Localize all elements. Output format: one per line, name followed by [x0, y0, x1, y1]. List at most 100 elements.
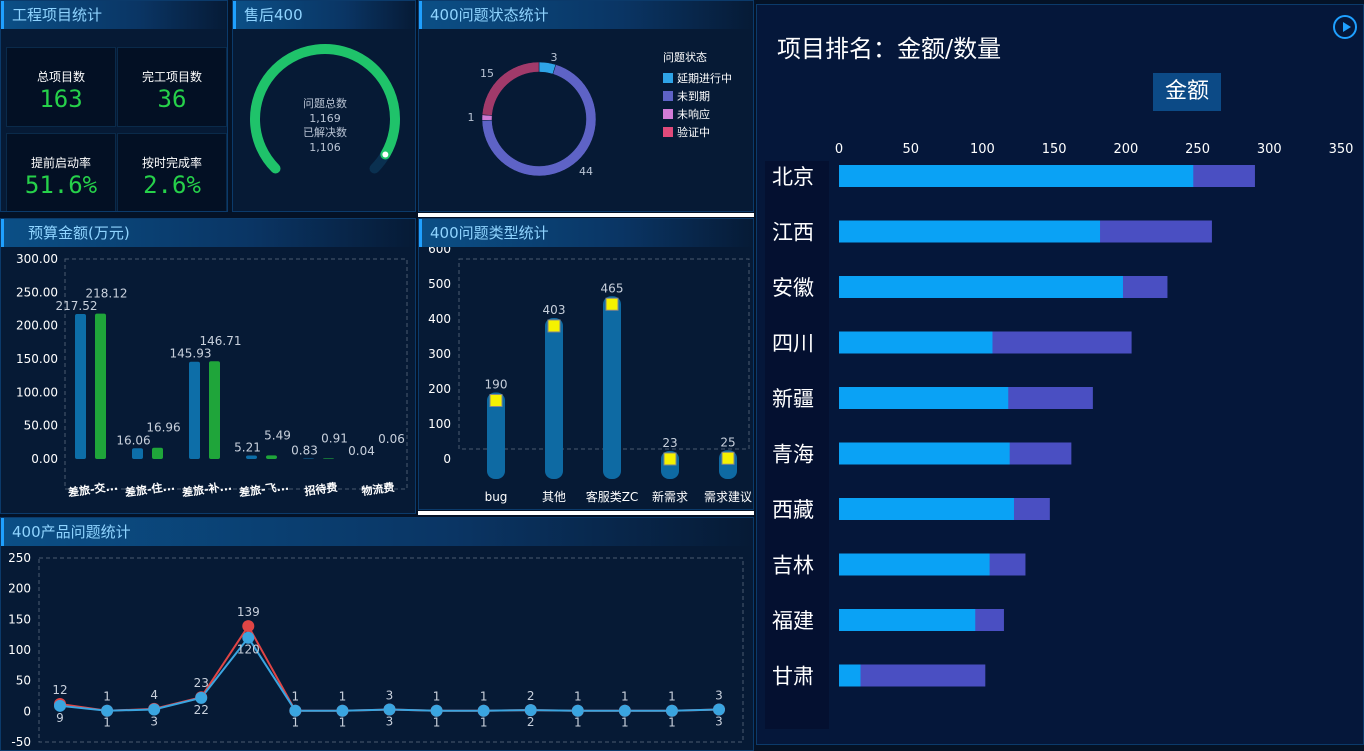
status-panel: 400问题状态统计 3 44 1 15 问题状态 延期进行中 未到期 未响应 验证中	[418, 0, 754, 212]
type-title: 400问题类型统计	[419, 219, 753, 247]
line-point-label: 1	[480, 716, 488, 730]
y-tick-label: 500	[428, 277, 451, 291]
line-point-label: 3	[150, 714, 158, 728]
total-projects-label: 总项目数	[36, 70, 85, 84]
x-tick-label: 差旅-住...	[124, 479, 176, 500]
y-tick-label: 100	[8, 643, 31, 657]
line-point-label: 1	[103, 690, 111, 704]
legend-label: 未到期	[677, 90, 710, 103]
rank-bar-amount	[839, 553, 990, 576]
x-tick-label: 差旅-交...	[67, 479, 119, 500]
type-bar	[603, 296, 621, 479]
x-tick-label: 350	[1329, 142, 1354, 157]
x-tick-label: 差旅-补...	[181, 479, 233, 500]
x-tick-label: 客服类ZC	[586, 489, 639, 504]
y-tick-label: 200.00	[16, 319, 58, 333]
x-tick-label: 200	[1113, 142, 1138, 157]
y-tick-label: 300	[428, 347, 451, 361]
line-point-label: 4	[150, 688, 158, 702]
legend-item-no-response[interactable]: 未响应	[663, 105, 732, 123]
rank-bar-amount	[839, 165, 1194, 187]
legend-swatch	[663, 109, 673, 119]
y-tick-label: 250.00	[16, 285, 58, 299]
ranking-panel: 项目排名：金额/数量 金额 0 50 100 150 200 250 300 350 北京 江西安…	[756, 4, 1364, 745]
y-tick-label: 0	[23, 704, 31, 718]
budget-bar-label: 16.96	[146, 421, 180, 435]
ontime-rate-card: 按时完成率 2.6%	[117, 133, 227, 211]
play-icon[interactable]	[1333, 15, 1357, 39]
metric-toggle-button[interactable]: 金额	[1153, 73, 1221, 111]
early-start-rate-label: 提前启动率	[30, 156, 91, 170]
completed-projects-label: 完工项目数	[141, 70, 202, 84]
product-panel: 400产品问题统计 250 200 150 100 50 0 -50 12 1 4 23 139 1 1 3…	[0, 517, 754, 751]
y-tick-label: 0.00	[31, 452, 58, 466]
donut-value-label: 15	[480, 67, 494, 80]
y-tick-label: -50	[11, 735, 31, 749]
type-bar-marker	[663, 452, 677, 466]
line-point-label: 9	[56, 711, 64, 725]
line-point	[242, 620, 255, 633]
budget-bar	[75, 313, 86, 459]
line-point-label: 1	[574, 716, 582, 730]
legend-item-not-due[interactable]: 未到期	[663, 87, 732, 105]
line-point-label: 3	[386, 714, 394, 728]
line-point-label: 1	[574, 690, 582, 704]
legend-swatch	[663, 91, 673, 101]
rank-category-label: 四川	[772, 332, 814, 356]
total-projects-card: 总项目数 163	[6, 47, 116, 127]
rank-category-label: 青海	[772, 443, 814, 467]
budget-bar-label: 217.52	[56, 299, 98, 313]
budget-bar-label: 0.06	[378, 432, 405, 446]
x-tick-label: 需求建议	[704, 490, 752, 504]
legend-item-verifying[interactable]: 验证中	[663, 123, 732, 141]
rank-bar-amount	[839, 498, 1014, 520]
early-start-rate-value: 51.6%	[24, 171, 98, 199]
legend-title: 问题状态	[663, 51, 707, 64]
project-stats-title: 工程项目统计	[1, 1, 227, 29]
rank-bar-amount	[839, 609, 976, 631]
donut-value-label: 1	[468, 111, 475, 124]
aftersale-panel: 售后400 问题总数 1,169 已解决数 1,106	[232, 0, 416, 212]
line-point-label: 1	[621, 716, 629, 730]
x-tick-label: bug	[485, 490, 508, 504]
line-point-label: 3	[386, 688, 394, 702]
budget-bar	[189, 361, 200, 459]
legend-label: 延期进行中	[677, 72, 732, 85]
line-point-label: 1	[621, 690, 629, 704]
gauge-line3: 已解决数	[303, 125, 347, 139]
y-tick-label: 400	[428, 312, 451, 326]
type-bar	[545, 317, 563, 479]
type-bar-chart: 600 500 400 300 200 100 0 190 bug 403 其他 465 客服类ZC 23…	[428, 247, 752, 504]
legend-swatch	[663, 73, 673, 83]
product-title: 400产品问题统计	[1, 518, 753, 546]
budget-bar-label: 145.93	[170, 347, 212, 361]
x-tick-label: 100	[970, 142, 995, 157]
y-tick-label: 200	[428, 382, 451, 396]
y-tick-label: 600	[428, 247, 451, 256]
type-bar-marker	[489, 394, 503, 407]
y-tick-label: 50	[16, 674, 31, 688]
rank-category-label: 福建	[772, 609, 814, 633]
total-projects-value: 163	[39, 85, 83, 113]
project-stats-panel: 工程项目统计 总项目数 163 完工项目数 36 提前启动率 51.6% 按时完…	[0, 0, 228, 212]
gauge-line2: 1,169	[309, 112, 341, 125]
product-line-chart: 250200150100500-5012 1 4231391 1 3 1 1 2 1 1 1 39 1 3…	[8, 551, 744, 749]
ontime-rate-label: 按时完成率	[141, 156, 202, 170]
donut-value-label: 44	[579, 165, 593, 178]
x-tick-label: 其他	[542, 490, 566, 504]
rank-bar-amount	[839, 220, 1101, 243]
y-tick-label: 150	[8, 612, 31, 626]
type-bar-marker	[605, 297, 619, 311]
type-bar-label: 465	[601, 281, 624, 295]
line-point-label: 12	[52, 683, 67, 697]
line-point-label: 1	[433, 716, 441, 730]
legend-label: 未响应	[677, 108, 710, 121]
rank-bar-amount	[839, 442, 1010, 465]
gauge-line1: 问题总数	[303, 96, 347, 110]
budget-bar	[303, 458, 314, 459]
legend-item-delayed[interactable]: 延期进行中	[663, 69, 732, 87]
budget-bar-label: 16.06	[116, 433, 150, 447]
completed-projects-value: 36	[157, 85, 187, 113]
x-tick-label: 50	[902, 142, 919, 157]
line-point-label: 3	[715, 688, 723, 702]
